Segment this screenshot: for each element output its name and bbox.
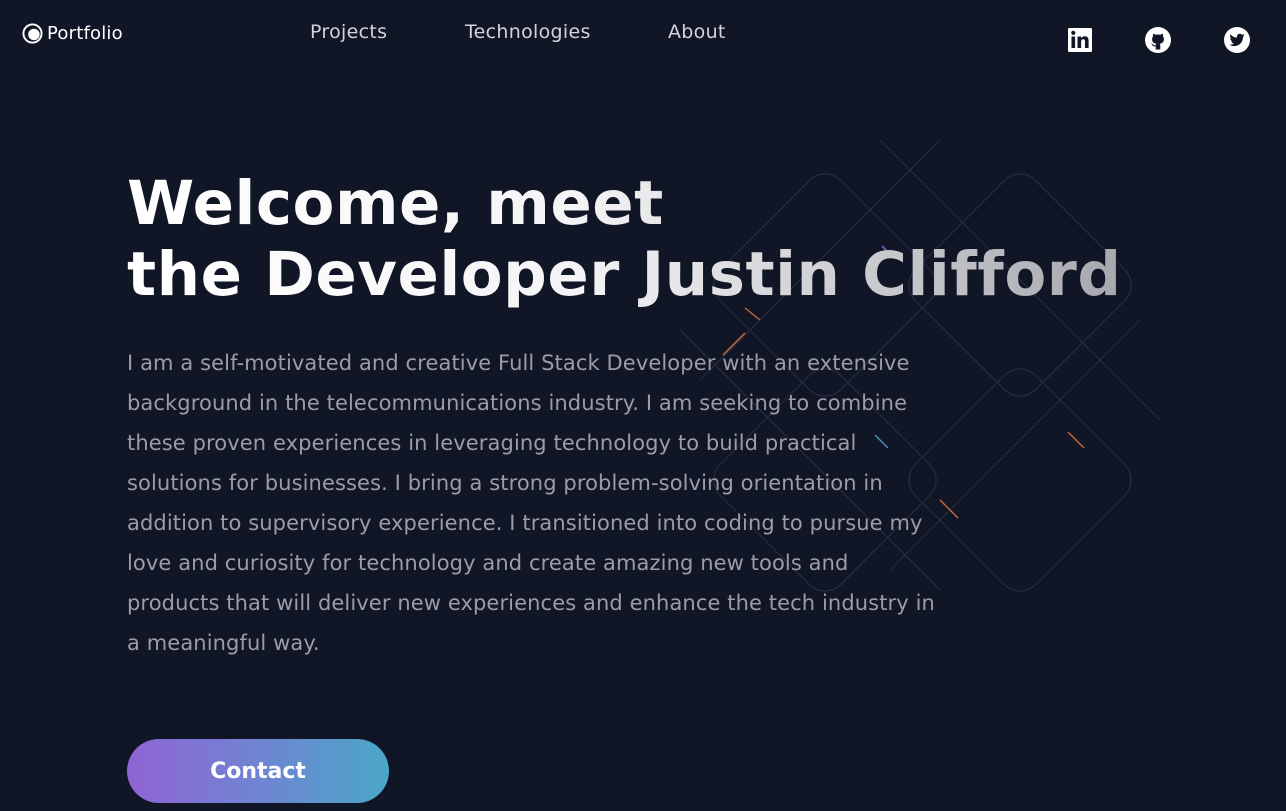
portfolio-page: Portfolio Projects Technologies About We… [0, 0, 1286, 811]
contact-button[interactable]: Contact [127, 739, 389, 803]
twitter-link[interactable] [1223, 26, 1251, 54]
twitter-icon [1224, 27, 1250, 53]
hero-description: I am a self-motivated and creative Full … [127, 351, 935, 655]
hero-title: Welcome, meet the Developer Justin Cliff… [127, 168, 1122, 310]
nav-projects-link[interactable]: Projects [310, 21, 387, 43]
github-icon [1145, 27, 1171, 53]
logo-text: Portfolio [47, 22, 123, 44]
linkedin-link[interactable] [1066, 26, 1094, 54]
linkedin-icon [1068, 28, 1092, 52]
hero-title-line-1: Welcome, meet [127, 168, 664, 239]
nav-technologies-link[interactable]: Technologies [465, 21, 591, 43]
github-link[interactable] [1144, 26, 1172, 54]
crescent-circle-icon [22, 22, 43, 44]
hero-title-line-2: the Developer Justin Clifford [127, 239, 1122, 310]
nav-about-link[interactable]: About [668, 21, 726, 43]
logo-link[interactable]: Portfolio [22, 20, 123, 46]
